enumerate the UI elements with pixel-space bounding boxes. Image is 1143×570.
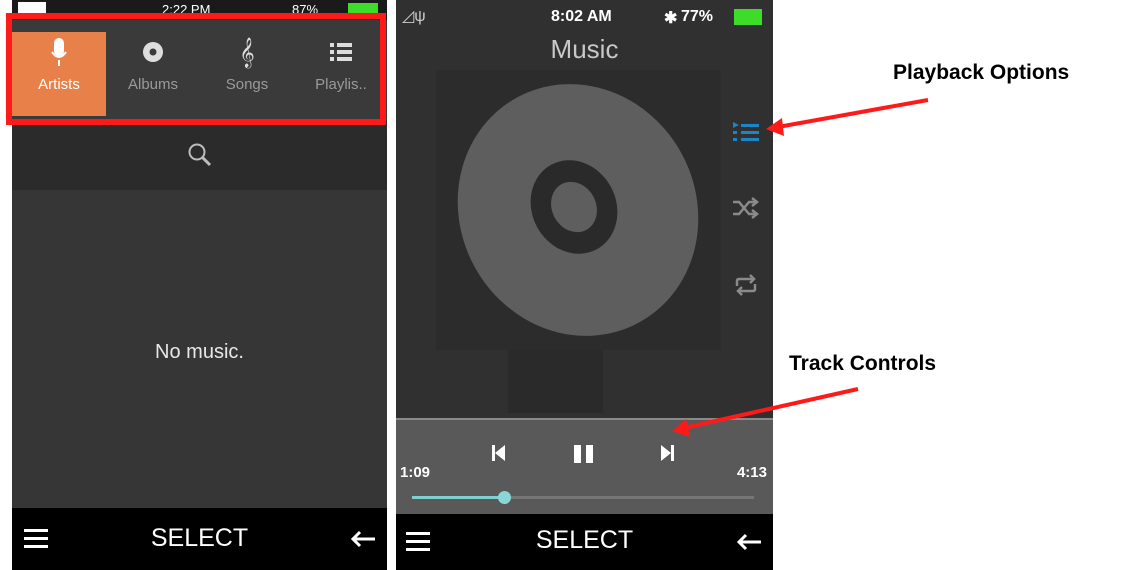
playback-options-arrowhead xyxy=(766,118,784,136)
track-controls-arrow xyxy=(683,387,859,430)
track-controls-arrowhead xyxy=(672,419,690,437)
playback-options-arrow xyxy=(777,98,929,129)
annotation-arrows xyxy=(672,98,929,437)
